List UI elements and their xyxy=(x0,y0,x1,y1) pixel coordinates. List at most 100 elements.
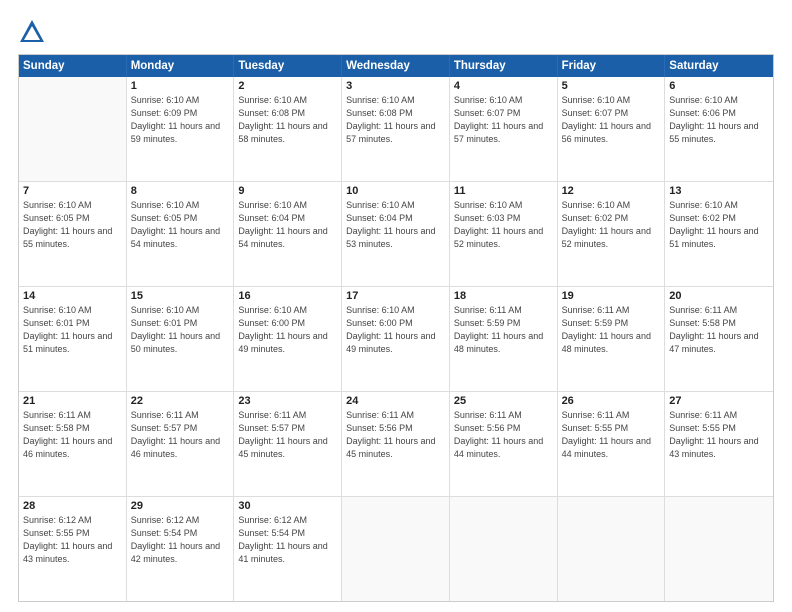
day-number: 8 xyxy=(131,185,230,197)
day-cell-1: 1 Sunrise: 6:10 AM Sunset: 6:09 PM Daylig… xyxy=(127,77,235,181)
day-cell-10: 10 Sunrise: 6:10 AM Sunset: 6:04 PM Dayli… xyxy=(342,182,450,286)
cell-info: Sunrise: 6:10 AM Sunset: 6:01 PM Dayligh… xyxy=(131,304,230,356)
logo xyxy=(18,18,50,46)
calendar-row-4: 28 Sunrise: 6:12 AM Sunset: 5:55 PM Dayli… xyxy=(19,496,773,601)
cell-info: Sunrise: 6:12 AM Sunset: 5:54 PM Dayligh… xyxy=(238,514,337,566)
cell-info: Sunrise: 6:10 AM Sunset: 6:02 PM Dayligh… xyxy=(669,199,769,251)
day-number: 21 xyxy=(23,395,122,407)
cell-info: Sunrise: 6:10 AM Sunset: 6:00 PM Dayligh… xyxy=(346,304,445,356)
cell-info: Sunrise: 6:11 AM Sunset: 5:58 PM Dayligh… xyxy=(23,409,122,461)
day-number: 28 xyxy=(23,500,122,512)
day-cell-13: 13 Sunrise: 6:10 AM Sunset: 6:02 PM Dayli… xyxy=(665,182,773,286)
day-number: 18 xyxy=(454,290,553,302)
cell-info: Sunrise: 6:10 AM Sunset: 6:00 PM Dayligh… xyxy=(238,304,337,356)
day-cell-29: 29Sunrise: 6:12 AM Sunset: 5:54 PM Dayli… xyxy=(127,497,235,601)
cell-info: Sunrise: 6:11 AM Sunset: 5:59 PM Dayligh… xyxy=(454,304,553,356)
day-cell-4: 4 Sunrise: 6:10 AM Sunset: 6:07 PM Daylig… xyxy=(450,77,558,181)
day-cell-23: 23Sunrise: 6:11 AM Sunset: 5:57 PM Dayli… xyxy=(234,392,342,496)
day-cell-17: 17 Sunrise: 6:10 AM Sunset: 6:00 PM Dayli… xyxy=(342,287,450,391)
day-number: 19 xyxy=(562,290,661,302)
cell-info: Sunrise: 6:10 AM Sunset: 6:04 PM Dayligh… xyxy=(238,199,337,251)
cell-info: Sunrise: 6:10 AM Sunset: 6:04 PM Dayligh… xyxy=(346,199,445,251)
day-cell-27: 27Sunrise: 6:11 AM Sunset: 5:55 PM Dayli… xyxy=(665,392,773,496)
day-number: 11 xyxy=(454,185,553,197)
day-number: 4 xyxy=(454,80,553,92)
calendar-row-2: 14 Sunrise: 6:10 AM Sunset: 6:01 PM Dayli… xyxy=(19,286,773,391)
cell-info: Sunrise: 6:10 AM Sunset: 6:02 PM Dayligh… xyxy=(562,199,661,251)
day-number: 5 xyxy=(562,80,661,92)
calendar-body: 1 Sunrise: 6:10 AM Sunset: 6:09 PM Daylig… xyxy=(19,77,773,601)
cell-info: Sunrise: 6:10 AM Sunset: 6:03 PM Dayligh… xyxy=(454,199,553,251)
empty-cell-4-4 xyxy=(450,497,558,601)
calendar-row-0: 1 Sunrise: 6:10 AM Sunset: 6:09 PM Daylig… xyxy=(19,77,773,181)
calendar-header: SundayMondayTuesdayWednesdayThursdayFrid… xyxy=(19,55,773,77)
empty-cell-4-3 xyxy=(342,497,450,601)
day-number: 17 xyxy=(346,290,445,302)
weekday-header-saturday: Saturday xyxy=(665,55,773,77)
day-number: 15 xyxy=(131,290,230,302)
day-cell-24: 24Sunrise: 6:11 AM Sunset: 5:56 PM Dayli… xyxy=(342,392,450,496)
day-cell-28: 28 Sunrise: 6:12 AM Sunset: 5:55 PM Dayli… xyxy=(19,497,127,601)
day-cell-11: 11 Sunrise: 6:10 AM Sunset: 6:03 PM Dayli… xyxy=(450,182,558,286)
cell-info: Sunrise: 6:12 AM Sunset: 5:55 PM Dayligh… xyxy=(23,514,122,566)
empty-cell-0-0 xyxy=(19,77,127,181)
cell-info: Sunrise: 6:10 AM Sunset: 6:08 PM Dayligh… xyxy=(238,94,337,146)
logo-icon xyxy=(18,18,46,46)
cell-info: Sunrise: 6:10 AM Sunset: 6:05 PM Dayligh… xyxy=(23,199,122,251)
day-cell-18: 18 Sunrise: 6:11 AM Sunset: 5:59 PM Dayli… xyxy=(450,287,558,391)
day-cell-5: 5 Sunrise: 6:10 AM Sunset: 6:07 PM Daylig… xyxy=(558,77,666,181)
day-number: 25 xyxy=(454,395,553,407)
empty-cell-4-5 xyxy=(558,497,666,601)
day-number: 6 xyxy=(669,80,769,92)
day-number: 22 xyxy=(131,395,230,407)
day-cell-20: 20 Sunrise: 6:11 AM Sunset: 5:58 PM Dayli… xyxy=(665,287,773,391)
day-number: 29 xyxy=(131,500,230,512)
day-cell-22: 22 Sunrise: 6:11 AM Sunset: 5:57 PM Dayli… xyxy=(127,392,235,496)
day-number: 9 xyxy=(238,185,337,197)
day-number: 3 xyxy=(346,80,445,92)
day-cell-6: 6 Sunrise: 6:10 AM Sunset: 6:06 PM Daylig… xyxy=(665,77,773,181)
day-cell-3: 3 Sunrise: 6:10 AM Sunset: 6:08 PM Daylig… xyxy=(342,77,450,181)
day-number: 23 xyxy=(238,395,337,407)
day-number: 14 xyxy=(23,290,122,302)
day-number: 7 xyxy=(23,185,122,197)
day-number: 27 xyxy=(669,395,769,407)
header xyxy=(18,18,774,46)
cell-info: Sunrise: 6:10 AM Sunset: 6:05 PM Dayligh… xyxy=(131,199,230,251)
cell-info: Sunrise: 6:10 AM Sunset: 6:09 PM Dayligh… xyxy=(131,94,230,146)
weekday-header-thursday: Thursday xyxy=(450,55,558,77)
day-cell-8: 8 Sunrise: 6:10 AM Sunset: 6:05 PM Daylig… xyxy=(127,182,235,286)
day-number: 10 xyxy=(346,185,445,197)
cell-info: Sunrise: 6:10 AM Sunset: 6:08 PM Dayligh… xyxy=(346,94,445,146)
day-number: 20 xyxy=(669,290,769,302)
day-cell-9: 9 Sunrise: 6:10 AM Sunset: 6:04 PM Daylig… xyxy=(234,182,342,286)
day-number: 1 xyxy=(131,80,230,92)
weekday-header-monday: Monday xyxy=(127,55,235,77)
empty-cell-4-6 xyxy=(665,497,773,601)
day-number: 16 xyxy=(238,290,337,302)
weekday-header-wednesday: Wednesday xyxy=(342,55,450,77)
day-cell-15: 15 Sunrise: 6:10 AM Sunset: 6:01 PM Dayli… xyxy=(127,287,235,391)
day-cell-14: 14 Sunrise: 6:10 AM Sunset: 6:01 PM Dayli… xyxy=(19,287,127,391)
day-cell-2: 2Sunrise: 6:10 AM Sunset: 6:08 PM Daylig… xyxy=(234,77,342,181)
calendar-row-1: 7 Sunrise: 6:10 AM Sunset: 6:05 PM Daylig… xyxy=(19,181,773,286)
day-cell-21: 21 Sunrise: 6:11 AM Sunset: 5:58 PM Dayli… xyxy=(19,392,127,496)
day-cell-30: 30Sunrise: 6:12 AM Sunset: 5:54 PM Dayli… xyxy=(234,497,342,601)
day-number: 26 xyxy=(562,395,661,407)
cell-info: Sunrise: 6:10 AM Sunset: 6:07 PM Dayligh… xyxy=(454,94,553,146)
cell-info: Sunrise: 6:10 AM Sunset: 6:01 PM Dayligh… xyxy=(23,304,122,356)
day-cell-25: 25Sunrise: 6:11 AM Sunset: 5:56 PM Dayli… xyxy=(450,392,558,496)
cell-info: Sunrise: 6:10 AM Sunset: 6:06 PM Dayligh… xyxy=(669,94,769,146)
day-cell-7: 7 Sunrise: 6:10 AM Sunset: 6:05 PM Daylig… xyxy=(19,182,127,286)
day-number: 24 xyxy=(346,395,445,407)
cell-info: Sunrise: 6:11 AM Sunset: 5:58 PM Dayligh… xyxy=(669,304,769,356)
cell-info: Sunrise: 6:11 AM Sunset: 5:55 PM Dayligh… xyxy=(562,409,661,461)
weekday-header-friday: Friday xyxy=(558,55,666,77)
page: SundayMondayTuesdayWednesdayThursdayFrid… xyxy=(0,0,792,612)
cell-info: Sunrise: 6:10 AM Sunset: 6:07 PM Dayligh… xyxy=(562,94,661,146)
day-cell-16: 16 Sunrise: 6:10 AM Sunset: 6:00 PM Dayli… xyxy=(234,287,342,391)
day-cell-12: 12Sunrise: 6:10 AM Sunset: 6:02 PM Dayli… xyxy=(558,182,666,286)
day-cell-19: 19Sunrise: 6:11 AM Sunset: 5:59 PM Dayli… xyxy=(558,287,666,391)
day-number: 13 xyxy=(669,185,769,197)
cell-info: Sunrise: 6:11 AM Sunset: 5:57 PM Dayligh… xyxy=(131,409,230,461)
